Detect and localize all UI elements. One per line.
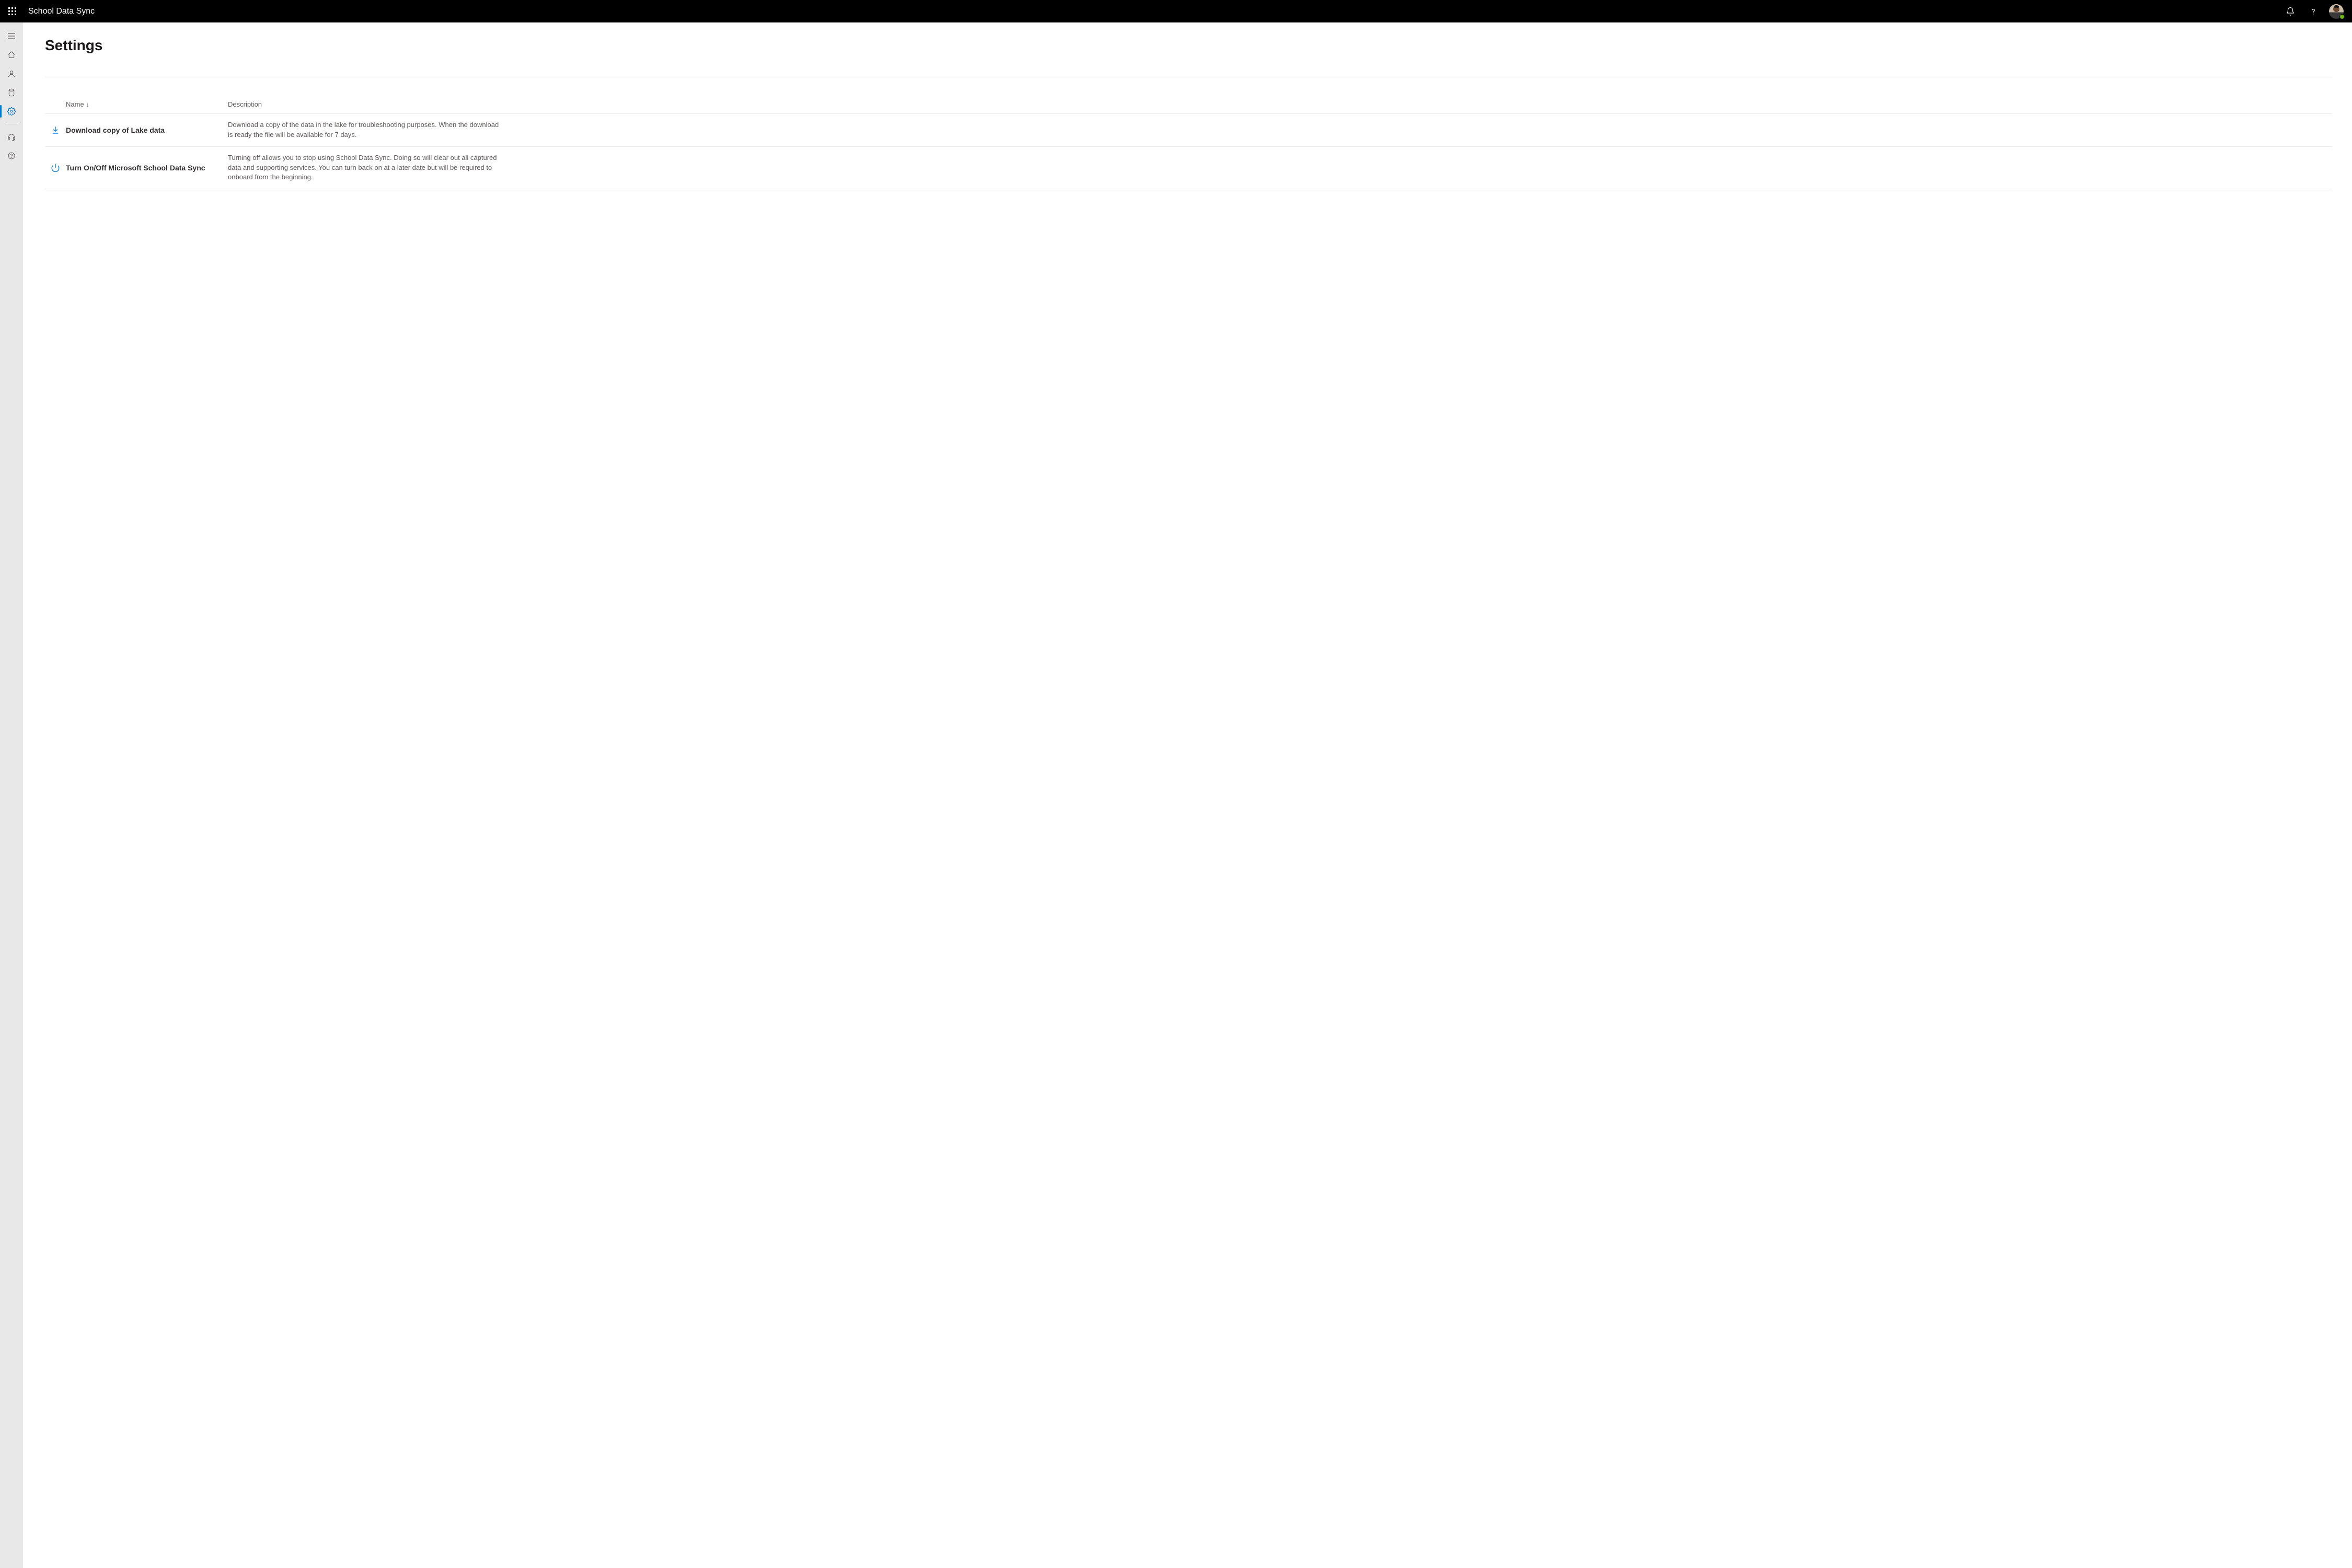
notifications-button[interactable] — [2279, 0, 2302, 22]
hamburger-icon — [7, 32, 16, 40]
help-circle-icon — [7, 152, 16, 160]
table-header: Name ↓ Description — [45, 95, 2332, 114]
row-icon-cell — [45, 125, 66, 135]
column-header-description[interactable]: Description — [228, 100, 521, 108]
headset-icon — [7, 133, 16, 141]
question-icon — [2309, 7, 2318, 16]
sidebar-item-settings[interactable] — [0, 102, 23, 121]
sidebar-item-support[interactable] — [0, 128, 23, 146]
app-launcher-button[interactable] — [0, 0, 25, 22]
sidebar — [0, 22, 23, 1568]
row-icon-cell — [45, 163, 66, 172]
presence-indicator — [2339, 14, 2345, 19]
gear-icon — [7, 107, 16, 116]
setting-name[interactable]: Download copy of Lake data — [66, 126, 228, 134]
column-header-name[interactable]: Name ↓ — [66, 100, 228, 108]
power-icon — [51, 163, 60, 172]
home-icon — [7, 51, 16, 59]
settings-table: Name ↓ Description — [45, 95, 2332, 189]
app-title: School Data Sync — [28, 7, 95, 16]
main-content: Settings Name ↓ Description — [23, 22, 2352, 1568]
setting-description: Download a copy of the data in the lake … — [228, 120, 510, 140]
page-title: Settings — [45, 37, 2332, 54]
account-button[interactable] — [2325, 0, 2348, 22]
sort-down-icon: ↓ — [86, 101, 89, 108]
table-row[interactable]: Turn On/Off Microsoft School Data Sync T… — [45, 147, 2332, 190]
help-button[interactable] — [2302, 0, 2325, 22]
bell-icon — [2286, 7, 2295, 16]
setting-name[interactable]: Turn On/Off Microsoft School Data Sync — [66, 164, 228, 172]
sidebar-toggle-button[interactable] — [0, 27, 23, 45]
topbar: School Data Sync — [0, 0, 2352, 22]
column-header-name-label: Name — [66, 100, 84, 108]
sidebar-item-data[interactable] — [0, 83, 23, 102]
waffle-icon — [8, 7, 17, 16]
setting-description: Turning off allows you to stop using Sch… — [228, 153, 510, 183]
column-header-description-label: Description — [228, 100, 262, 108]
database-icon — [7, 88, 16, 97]
sidebar-item-home[interactable] — [0, 45, 23, 64]
table-row[interactable]: Download copy of Lake data Download a co… — [45, 114, 2332, 147]
download-icon — [51, 125, 60, 135]
sidebar-item-help[interactable] — [0, 146, 23, 165]
sidebar-item-people[interactable] — [0, 64, 23, 83]
person-icon — [7, 70, 16, 78]
